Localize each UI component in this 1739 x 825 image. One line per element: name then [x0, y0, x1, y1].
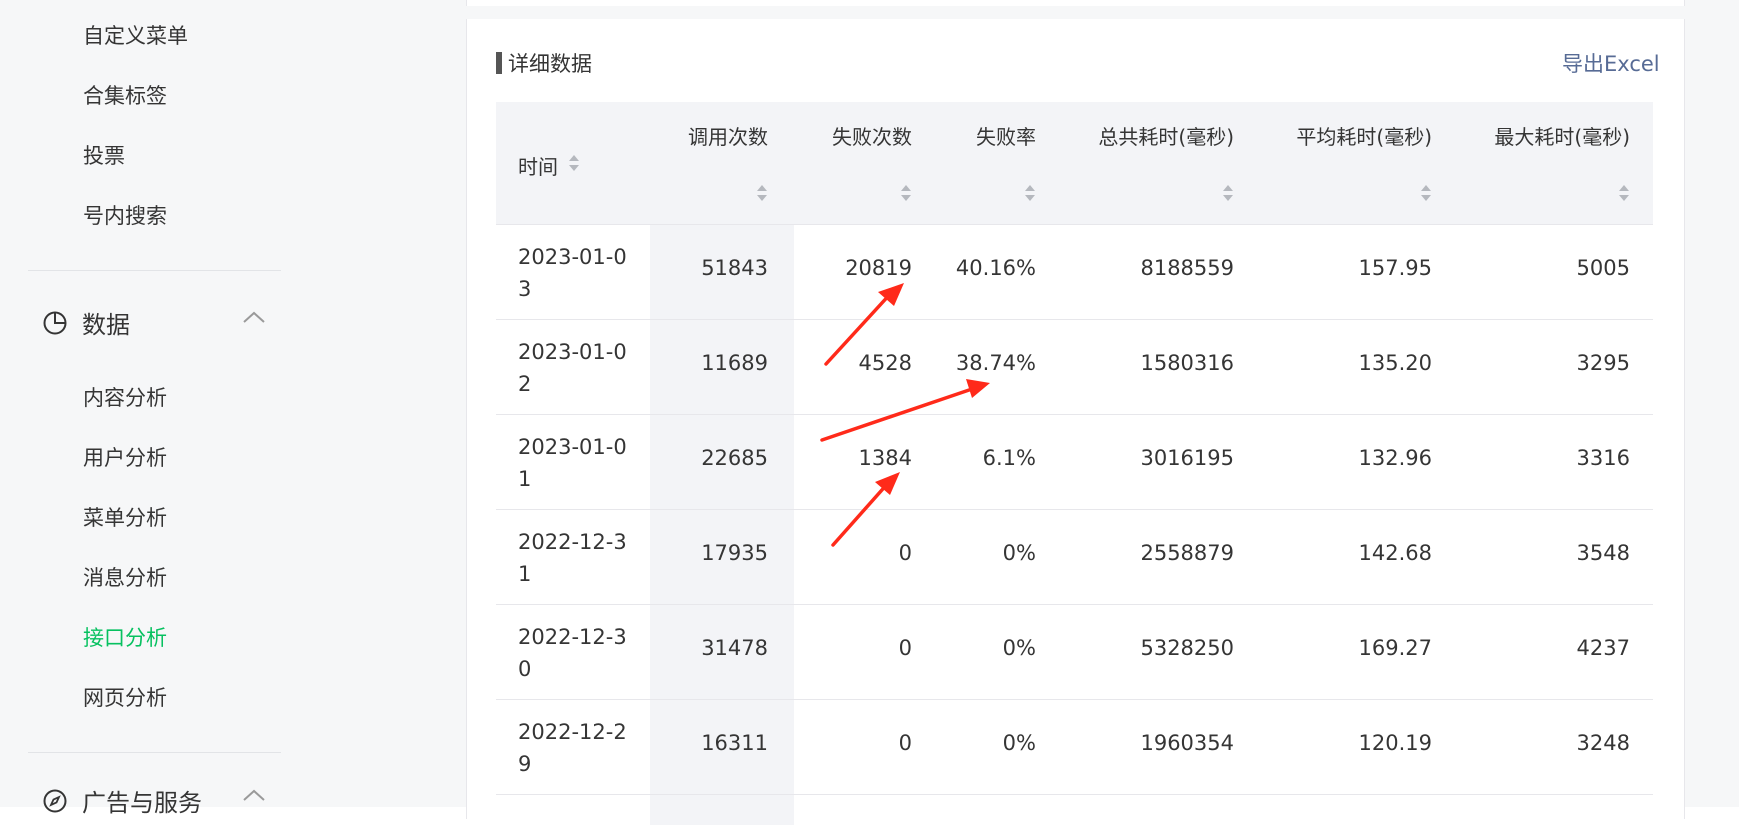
cell-date: 2022-12-30 — [518, 625, 627, 681]
cell-fail-rate: 38.74% — [955, 351, 1036, 375]
sidebar-item-custom-menu[interactable]: 自定义菜单 — [83, 20, 188, 50]
card-top-edge — [466, 0, 1685, 6]
cell-date: 2022-12-29 — [518, 720, 627, 776]
column-header-max-ms[interactable]: 最大耗时(毫秒) — [1460, 121, 1630, 150]
cell-avg-ms: 169.27 — [1358, 636, 1432, 660]
sidebar-group-label: 广告与服务 — [82, 789, 202, 817]
cell-total-ms: 5328250 — [1140, 636, 1234, 660]
cell-fails: 0 — [898, 636, 912, 660]
cell-calls: 31478 — [701, 636, 768, 660]
sidebar-group-data[interactable]: 数据 — [42, 305, 282, 340]
cell-avg-ms: 135.20 — [1358, 351, 1432, 375]
column-header-calls[interactable]: 调用次数 — [688, 121, 768, 150]
chevron-up-icon[interactable] — [242, 309, 266, 325]
sort-icon[interactable] — [1222, 184, 1234, 202]
cell-fail-rate: 6.1% — [982, 446, 1036, 470]
sidebar: 自定义菜单 合集标签 投票 号内搜索 数据 内容分析 用户分析 菜单分析 消息分… — [0, 0, 360, 817]
detail-data-table: 时间 调用次数 失败次数 失败率 总共耗时(毫秒) 平均耗时(毫秒) 最大耗时(… — [496, 102, 1653, 825]
cell-max-ms: 3248 — [1576, 731, 1630, 755]
column-header-fails[interactable]: 失败次数 — [832, 121, 912, 150]
title-accent-bar — [496, 52, 502, 74]
cell-date: 2023-01-03 — [518, 245, 627, 301]
export-excel-link[interactable]: 导出Excel — [1562, 48, 1660, 78]
table-row: 2022-12-30 31478 0 0% 5328250 169.27 423… — [496, 605, 1653, 700]
table-header: 时间 调用次数 失败次数 失败率 总共耗时(毫秒) 平均耗时(毫秒) 最大耗时(… — [496, 102, 1653, 225]
sidebar-divider — [28, 752, 281, 753]
cell-calls: 16311 — [701, 731, 768, 755]
sidebar-item-menu-analysis[interactable]: 菜单分析 — [83, 502, 167, 532]
table-row: 2023-01-03 51843 20819 40.16% 8188559 15… — [496, 225, 1653, 320]
section-title-text: 详细数据 — [508, 52, 592, 76]
sort-icon[interactable] — [900, 184, 912, 202]
cell-calls: 11689 — [701, 351, 768, 375]
compass-icon — [42, 788, 68, 814]
sidebar-item-message-analysis[interactable]: 消息分析 — [83, 562, 167, 592]
sidebar-item-vote[interactable]: 投票 — [83, 140, 125, 170]
sidebar-item-webpage-analysis[interactable]: 网页分析 — [83, 682, 167, 712]
cell-fail-rate: 0% — [1002, 636, 1036, 660]
section-title: 详细数据 — [496, 48, 592, 78]
cell-calls: 51843 — [701, 256, 768, 280]
sidebar-item-api-analysis[interactable]: 接口分析 — [83, 622, 167, 652]
cell-total-ms: 2558879 — [1140, 541, 1234, 565]
sort-icon[interactable] — [1618, 184, 1630, 202]
table-body: 2023-01-03 51843 20819 40.16% 8188559 15… — [496, 225, 1653, 825]
column-header-avg-ms[interactable]: 平均耗时(毫秒) — [1262, 121, 1432, 150]
cell-max-ms: 4237 — [1576, 636, 1630, 660]
sidebar-item-user-analysis[interactable]: 用户分析 — [83, 442, 167, 472]
cell-total-ms: 1580316 — [1140, 351, 1234, 375]
cell-total-ms: 8188559 — [1140, 256, 1234, 280]
cell-max-ms: 3295 — [1576, 351, 1630, 375]
sidebar-divider — [28, 270, 281, 271]
cell-fail-rate: 0% — [1002, 541, 1036, 565]
cell-total-ms: 1960354 — [1140, 731, 1234, 755]
cell-fails: 0 — [898, 731, 912, 755]
column-header-fail-rate[interactable]: 失败率 — [966, 121, 1036, 150]
sort-icon[interactable] — [1024, 184, 1036, 202]
cell-fails: 4528 — [858, 351, 912, 375]
cell-fails: 0 — [898, 541, 912, 565]
sort-icon[interactable] — [1420, 184, 1432, 202]
sidebar-item-content-analysis[interactable]: 内容分析 — [83, 382, 167, 412]
cell-date: 2023-01-01 — [518, 435, 627, 491]
cell-max-ms: 3316 — [1576, 446, 1630, 470]
sidebar-item-account-search[interactable]: 号内搜索 — [83, 200, 167, 230]
table-row: 2022-12-31 17935 0 0% 2558879 142.68 354… — [496, 510, 1653, 605]
pie-chart-icon — [42, 310, 68, 336]
table-row: 2022-12-29 16311 0 0% 1960354 120.19 324… — [496, 700, 1653, 795]
table-row: 2023-01-02 11689 4528 38.74% 1580316 135… — [496, 320, 1653, 415]
cell-fail-rate: 0% — [1002, 731, 1036, 755]
cell-max-ms: 5005 — [1576, 256, 1630, 280]
column-header-time[interactable]: 时间 — [518, 151, 558, 180]
cell-max-ms: 3548 — [1576, 541, 1630, 565]
cell-avg-ms: 157.95 — [1358, 256, 1432, 280]
cell-fails: 20819 — [845, 256, 912, 280]
table-row: 2023-01-01 22685 1384 6.1% 3016195 132.9… — [496, 415, 1653, 510]
chevron-up-icon[interactable] — [242, 787, 266, 803]
column-header-total-ms[interactable]: 总共耗时(毫秒) — [1066, 121, 1234, 150]
sidebar-item-collection-tags[interactable]: 合集标签 — [83, 80, 167, 110]
sidebar-group-label: 数据 — [82, 311, 130, 339]
sort-icon[interactable] — [568, 154, 580, 172]
cell-avg-ms: 120.19 — [1358, 731, 1432, 755]
cell-fails: 1384 — [858, 446, 912, 470]
cell-fail-rate: 40.16% — [955, 256, 1036, 280]
cell-avg-ms: 142.68 — [1358, 541, 1432, 565]
cell-date: 2022-12-31 — [518, 530, 627, 586]
cell-calls: 22685 — [701, 446, 768, 470]
sort-icon[interactable] — [756, 184, 768, 202]
cell-calls: 17935 — [701, 541, 768, 565]
cell-total-ms: 3016195 — [1140, 446, 1234, 470]
cell-avg-ms: 132.96 — [1358, 446, 1432, 470]
cell-date: 2023-01-02 — [518, 340, 627, 396]
sidebar-group-ads[interactable]: 广告与服务 — [42, 783, 282, 818]
